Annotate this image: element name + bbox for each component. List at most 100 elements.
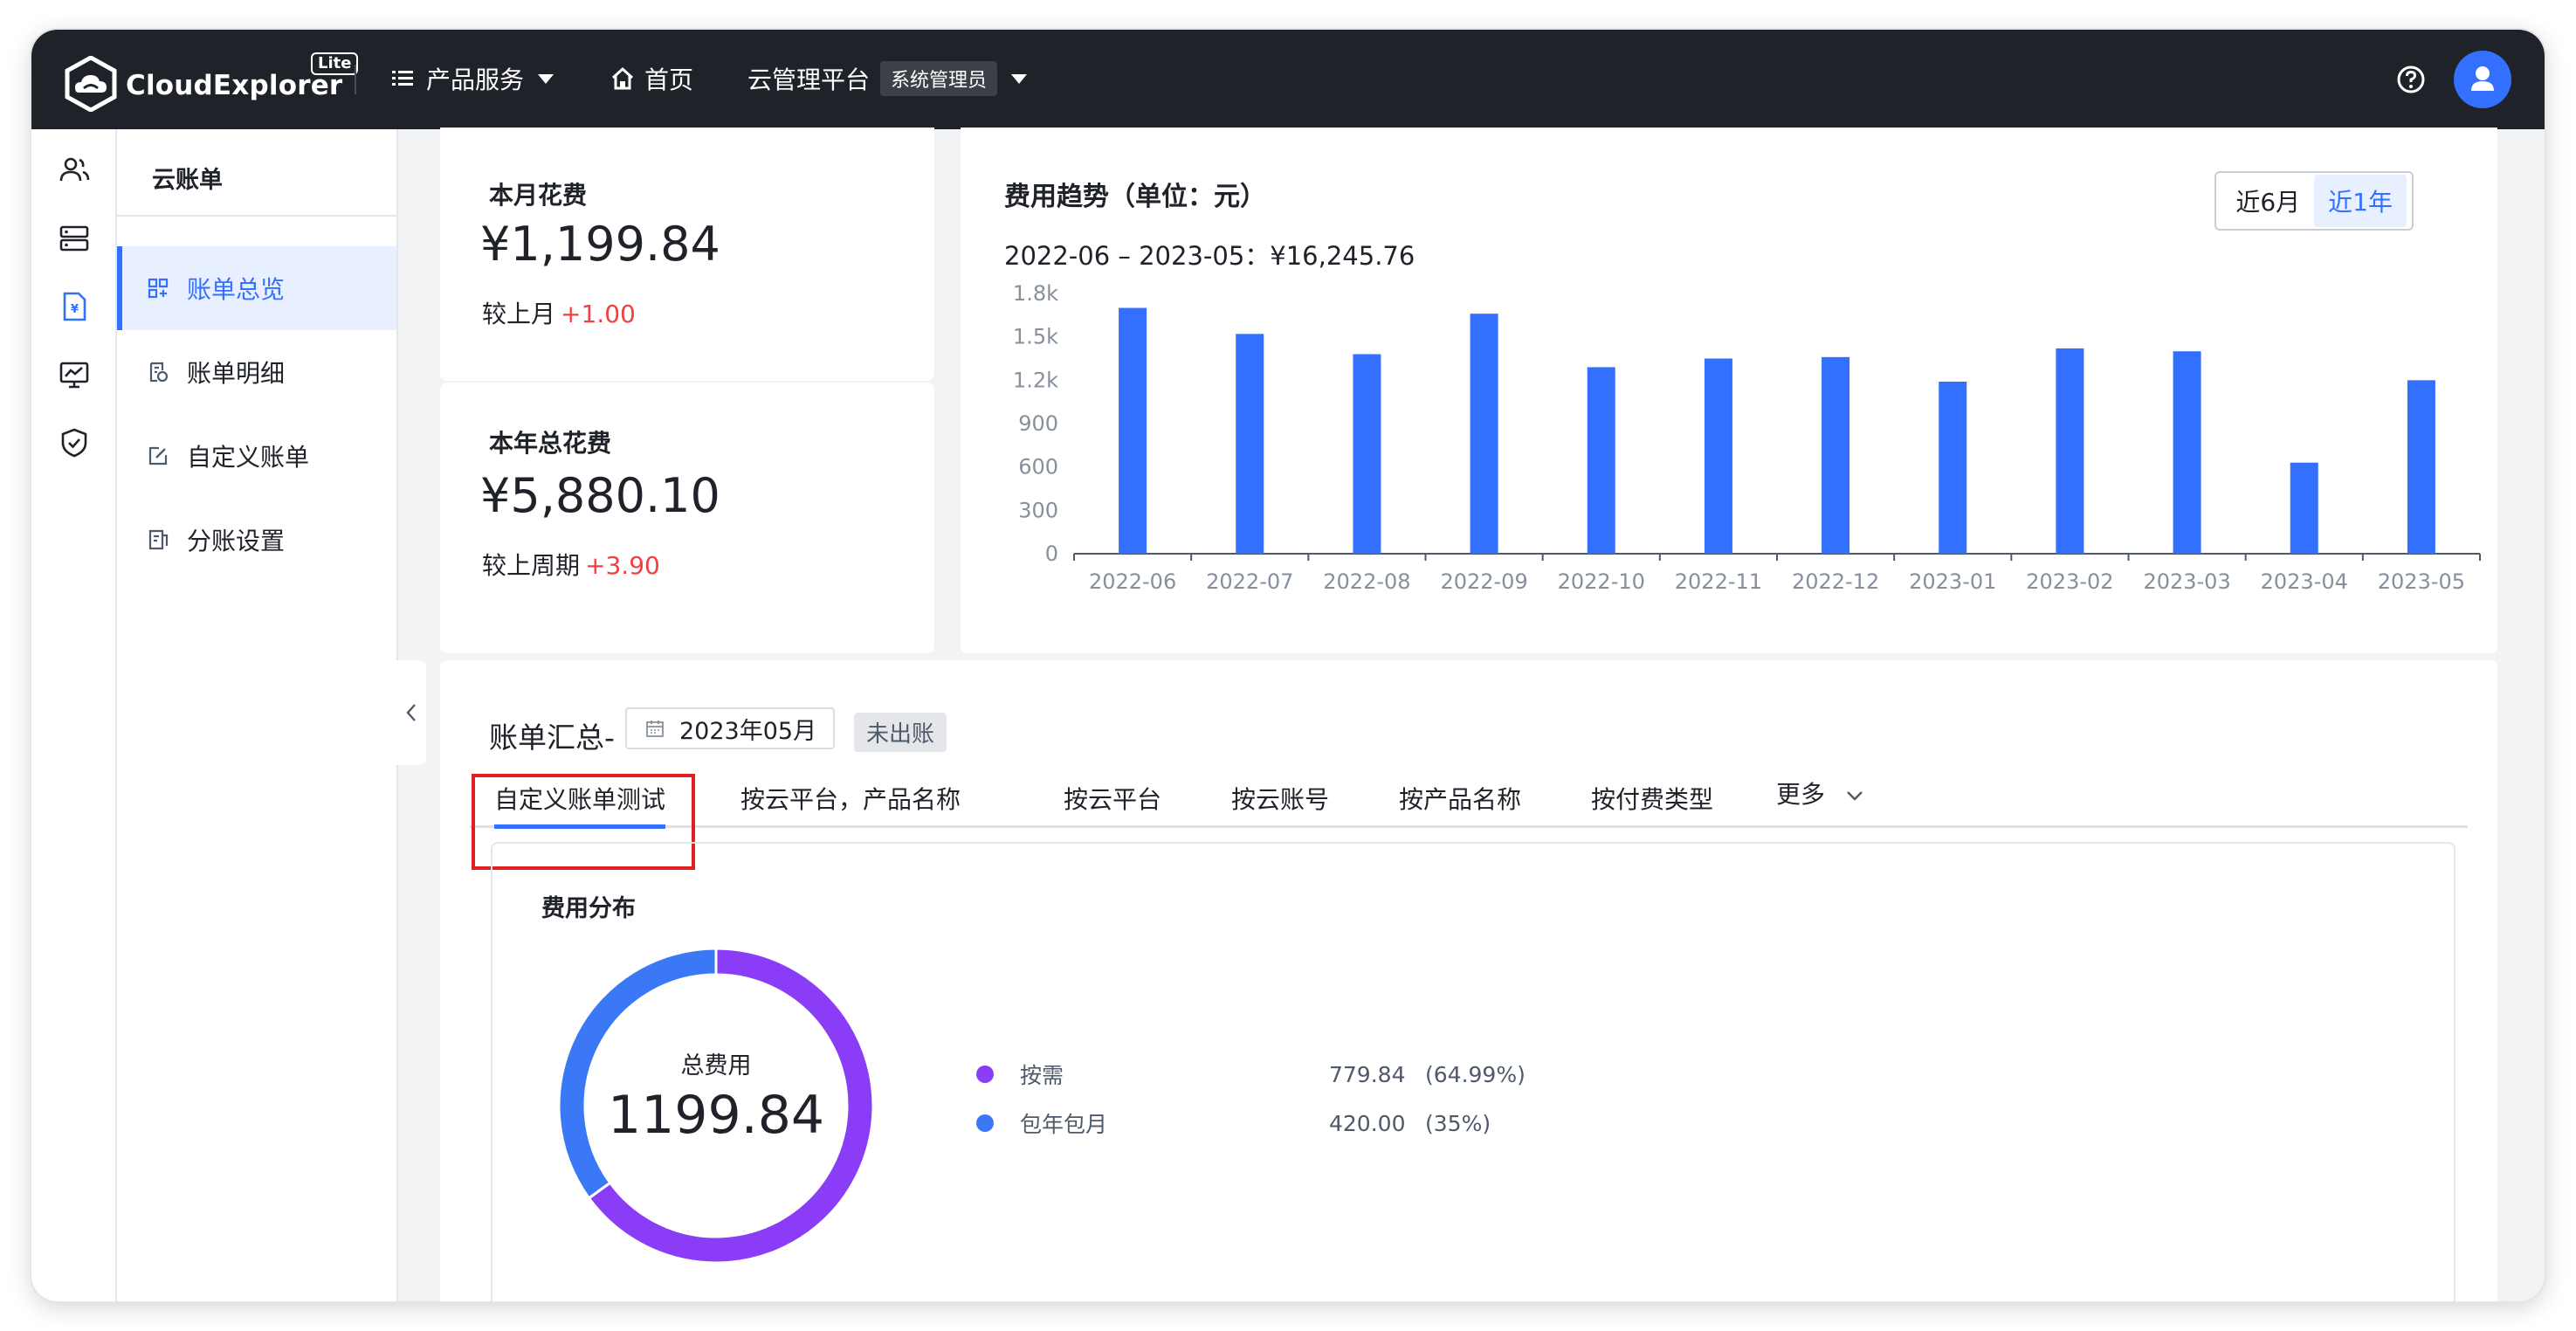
trend-range-total: ¥16,245.76 — [1270, 241, 1415, 271]
legend-amount: 420.00 — [1329, 1110, 1406, 1136]
subnav-item-label: 分账设置 — [187, 527, 286, 555]
monthly-cost-card: 本月花费 ¥1,199.84 较上月 +1.00 — [440, 128, 934, 381]
subnav-item-custom-bill[interactable]: 自定义账单 — [117, 414, 396, 498]
logo-text: CloudExplorer — [126, 70, 343, 101]
app-window: CloudExplorer Lite 产品服务 首页 云管理平台 系统管理员 ¥… — [31, 30, 2545, 1301]
role-badge: 系统管理员 — [880, 61, 998, 96]
trend-title: 费用趋势（单位：元） — [1004, 182, 1266, 212]
bill-icon[interactable]: ¥ — [58, 290, 91, 323]
tab-by-billing-type[interactable]: 按付费类型 — [1591, 781, 1713, 816]
x-tick-label: 2023-04 — [2261, 569, 2348, 594]
list-icon — [392, 71, 413, 86]
shield-icon[interactable] — [58, 426, 91, 459]
user-icon — [2471, 66, 2494, 91]
kpi-compare: 较上月 +1.00 — [482, 295, 636, 330]
bar-2022-09 — [1470, 314, 1498, 554]
legend-name: 按需 — [1020, 1063, 1064, 1088]
y-tick-label: 300 — [1018, 498, 1058, 522]
yearly-cost-card: 本年总花费 ¥5,880.10 较上周期 +3.90 — [440, 383, 934, 653]
tab-by-platform-product[interactable]: 按云平台，产品名称 — [740, 781, 961, 816]
x-tick-label: 2022-12 — [1792, 569, 1879, 594]
distribution-title: 费用分布 — [541, 895, 636, 922]
legend-amount: 779.84 — [1329, 1061, 1406, 1087]
cloud-hex-logo-icon — [65, 56, 117, 112]
app-logo[interactable]: CloudExplorer Lite — [65, 51, 359, 112]
compare-delta: +1.00 — [561, 300, 636, 328]
range-option-1y[interactable]: 近1年 — [2314, 175, 2407, 227]
platform-switcher[interactable]: 云管理平台 系统管理员 — [747, 59, 1028, 98]
y-tick-label: 900 — [1018, 411, 1058, 436]
server-icon[interactable] — [58, 222, 91, 255]
x-tick-label: 2023-05 — [2378, 569, 2465, 594]
legend-item: 按需 779.84 (64.99%) — [976, 1057, 1526, 1092]
subnav-item-split-settings[interactable]: 分账设置 — [117, 498, 396, 582]
x-tick-label: 2023-02 — [2026, 569, 2113, 594]
kpi-label: 本年总花费 — [489, 429, 612, 458]
trend-range: 2022-06 – 2023-05：¥16,245.76 — [1004, 236, 1415, 272]
home-label: 首页 — [644, 66, 694, 94]
top-navigation-bar: CloudExplorer Lite 产品服务 首页 云管理平台 系统管理员 — [31, 30, 2545, 129]
legend-dot — [976, 1114, 994, 1132]
kpi-value: ¥1,199.84 — [480, 217, 720, 272]
tab-by-product[interactable]: 按产品名称 — [1399, 781, 1521, 816]
legend-percent: (64.99%) — [1425, 1061, 1526, 1087]
subnav-title: 云账单 — [152, 167, 223, 194]
products-label: 产品服务 — [426, 66, 525, 94]
month-picker[interactable]: 2023年05月 — [625, 707, 835, 749]
products-menu[interactable]: 产品服务 — [389, 59, 554, 98]
y-tick-label: 1.5k — [1013, 325, 1058, 349]
svg-text:¥: ¥ — [71, 303, 79, 316]
bar-2022-08 — [1353, 354, 1381, 554]
donut-total-value: 1199.84 — [607, 1085, 825, 1146]
y-tick-label: 1.8k — [1013, 281, 1058, 306]
home-link[interactable]: 首页 — [610, 59, 693, 98]
range-option-6m[interactable]: 近6月 — [2221, 175, 2314, 227]
tab-more[interactable]: 更多 — [1776, 776, 1864, 810]
chevron-down-icon — [1011, 73, 1028, 84]
bar-2022-12 — [1822, 356, 1850, 554]
y-tick-label: 1.2k — [1013, 368, 1058, 392]
bar-2023-01 — [1939, 381, 1967, 554]
compare-label: 较上月 — [482, 300, 556, 328]
x-tick-label: 2022-07 — [1206, 569, 1293, 594]
subnav-item-bill-overview[interactable]: 账单总览 — [117, 246, 396, 330]
summary-title: 账单汇总- — [489, 721, 615, 755]
x-tick-label: 2022-11 — [1675, 569, 1762, 594]
users-icon[interactable] — [58, 154, 91, 187]
subnav-item-bill-detail[interactable]: 账单明细 — [117, 330, 396, 414]
dashboard-icon — [148, 278, 169, 299]
subnav-item-label: 账单明细 — [187, 359, 286, 388]
kpi-value: ¥5,880.10 — [480, 468, 720, 523]
cost-trend-chart: 0 300 600 900 1.2k 1.5k 1.8k 2022-06 2022-07 2022… — [1013, 281, 2481, 594]
x-tick-label: 2022-09 — [1440, 569, 1527, 594]
x-tick-label: 2022-08 — [1323, 569, 1410, 594]
bill-status-tag: 未出账 — [854, 713, 947, 752]
compare-delta: +3.90 — [585, 551, 660, 580]
sub-navigation: 云账单 账单总览 账单明细 自定义账单 分账设置 — [117, 129, 398, 1301]
tab-by-platform[interactable]: 按云平台 — [1064, 781, 1161, 816]
tab-by-account[interactable]: 按云账号 — [1231, 781, 1329, 816]
y-tick-label: 0 — [1045, 541, 1058, 566]
help-icon[interactable] — [2396, 65, 2426, 94]
monitor-icon[interactable] — [58, 358, 91, 391]
bar-2023-04 — [2290, 462, 2318, 554]
range-toggle: 近6月 近1年 — [2214, 171, 2414, 231]
platform-label: 云管理平台 — [747, 66, 871, 94]
y-tick-label: 600 — [1018, 455, 1058, 479]
legend-item: 包年包月 420.00 (35%) — [976, 1106, 1491, 1141]
chevron-down-icon — [538, 73, 554, 84]
user-avatar[interactable] — [2454, 51, 2511, 108]
edit-icon — [148, 446, 168, 466]
chevron-left-icon — [406, 704, 416, 721]
donut-total-label: 总费用 — [680, 1052, 752, 1079]
collapse-sidebar-button[interactable] — [396, 660, 426, 765]
x-tick-label: 2023-01 — [1909, 569, 1996, 594]
divider — [355, 65, 356, 94]
legend-dot — [976, 1065, 994, 1083]
bar-2022-06 — [1119, 307, 1147, 554]
tab-more-label: 更多 — [1776, 780, 1826, 809]
legend-percent: (35%) — [1425, 1110, 1491, 1136]
cost-distribution-card: 费用分布 总费用 1199.84 按需 779.84 (64.99%) 包年包月… — [491, 842, 2455, 1301]
calendar-icon — [646, 721, 664, 737]
bar-2022-11 — [1704, 358, 1732, 554]
